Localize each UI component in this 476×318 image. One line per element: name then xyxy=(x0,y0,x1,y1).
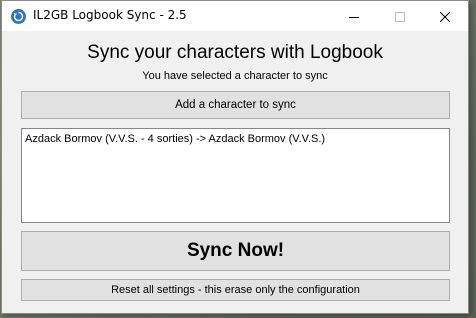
maximize-icon xyxy=(395,7,405,26)
window-title: IL2GB Logbook Sync - 2.5 xyxy=(33,8,187,22)
character-list[interactable]: Azdack Bormov (V.V.S. - 4 sorties) -> Az… xyxy=(21,128,450,223)
sync-now-button[interactable]: Sync Now! xyxy=(21,231,450,271)
add-character-button[interactable]: Add a character to sync xyxy=(21,91,450,119)
minimize-icon xyxy=(349,7,359,26)
page-title: Sync your characters with Logbook xyxy=(87,42,383,63)
main-panel: Sync your characters with Logbook You ha… xyxy=(2,31,468,313)
reset-settings-button[interactable]: Reset all settings - this erase only the… xyxy=(21,279,450,301)
minimize-button[interactable] xyxy=(331,1,377,31)
maximize-button[interactable] xyxy=(377,1,423,31)
close-button[interactable] xyxy=(422,1,468,31)
sync-icon xyxy=(11,9,26,24)
app-window: IL2GB Logbook Sync - 2.5 Sync your chara… xyxy=(1,0,469,314)
close-icon xyxy=(439,7,451,26)
title-bar[interactable]: IL2GB Logbook Sync - 2.5 xyxy=(2,1,468,31)
page-subtitle: You have selected a character to sync xyxy=(142,70,328,82)
list-item[interactable]: Azdack Bormov (V.V.S. - 4 sorties) -> Az… xyxy=(25,133,325,145)
